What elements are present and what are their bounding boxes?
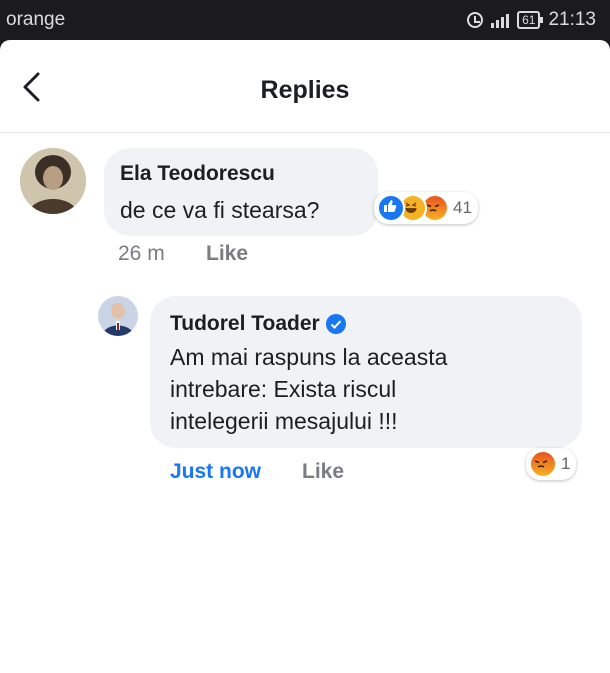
reply-text-line: intelegerii mesajului !!! [170,408,398,434]
author-name[interactable]: Tudorel Toader [170,312,320,336]
page-title: Replies [260,76,350,104]
status-bar: orange 61 21:13 [0,0,610,40]
reply-text-line: Am mai raspuns la aceasta [170,344,448,370]
status-icons: 61 21:13 [467,9,596,31]
replies-screen: Replies Ela Teodorescu de ce va fi stear… [0,40,610,673]
signal-icon [491,12,510,28]
comment-timestamp: 26 m [118,242,165,265]
reaction-summary[interactable]: 1 [526,448,577,480]
comment-author[interactable]: Ela Teodorescu [120,162,275,186]
comment-text: de ce va fi stearsa? [120,197,320,223]
reply-author[interactable]: Tudorel Toader [170,312,346,336]
verified-badge-icon [325,314,346,334]
battery-icon: 61 [517,11,544,29]
carrier-name: orange [6,9,66,30]
like-button[interactable]: Like [302,460,344,484]
comment-bubble[interactable]: Ela Teodorescu de ce va fi stearsa? [104,148,378,236]
avatar-tudorel-toader[interactable] [98,296,138,336]
header: Replies [0,40,610,133]
clock: 21:13 [548,9,596,30]
reaction-summary[interactable]: 41 [374,192,478,224]
author-name[interactable]: Ela Teodorescu [120,162,275,186]
like-button[interactable]: Like [206,242,248,266]
reaction-count: 41 [453,198,472,217]
avatar-ela-teodorescu[interactable] [20,148,86,214]
reply-text-line: intrebare: Exista riscul [170,376,397,402]
reply-bubble[interactable]: Tudorel Toader Am mai raspuns la aceasta… [150,296,582,448]
reply-text: Am mai raspuns la aceasta intrebare: Exi… [170,341,447,437]
like-reaction-icon [377,194,405,222]
reaction-count: 1 [561,454,571,473]
alarm-icon [467,12,484,28]
reply-timestamp[interactable]: Just now [170,460,261,484]
angry-reaction-icon [529,450,557,478]
